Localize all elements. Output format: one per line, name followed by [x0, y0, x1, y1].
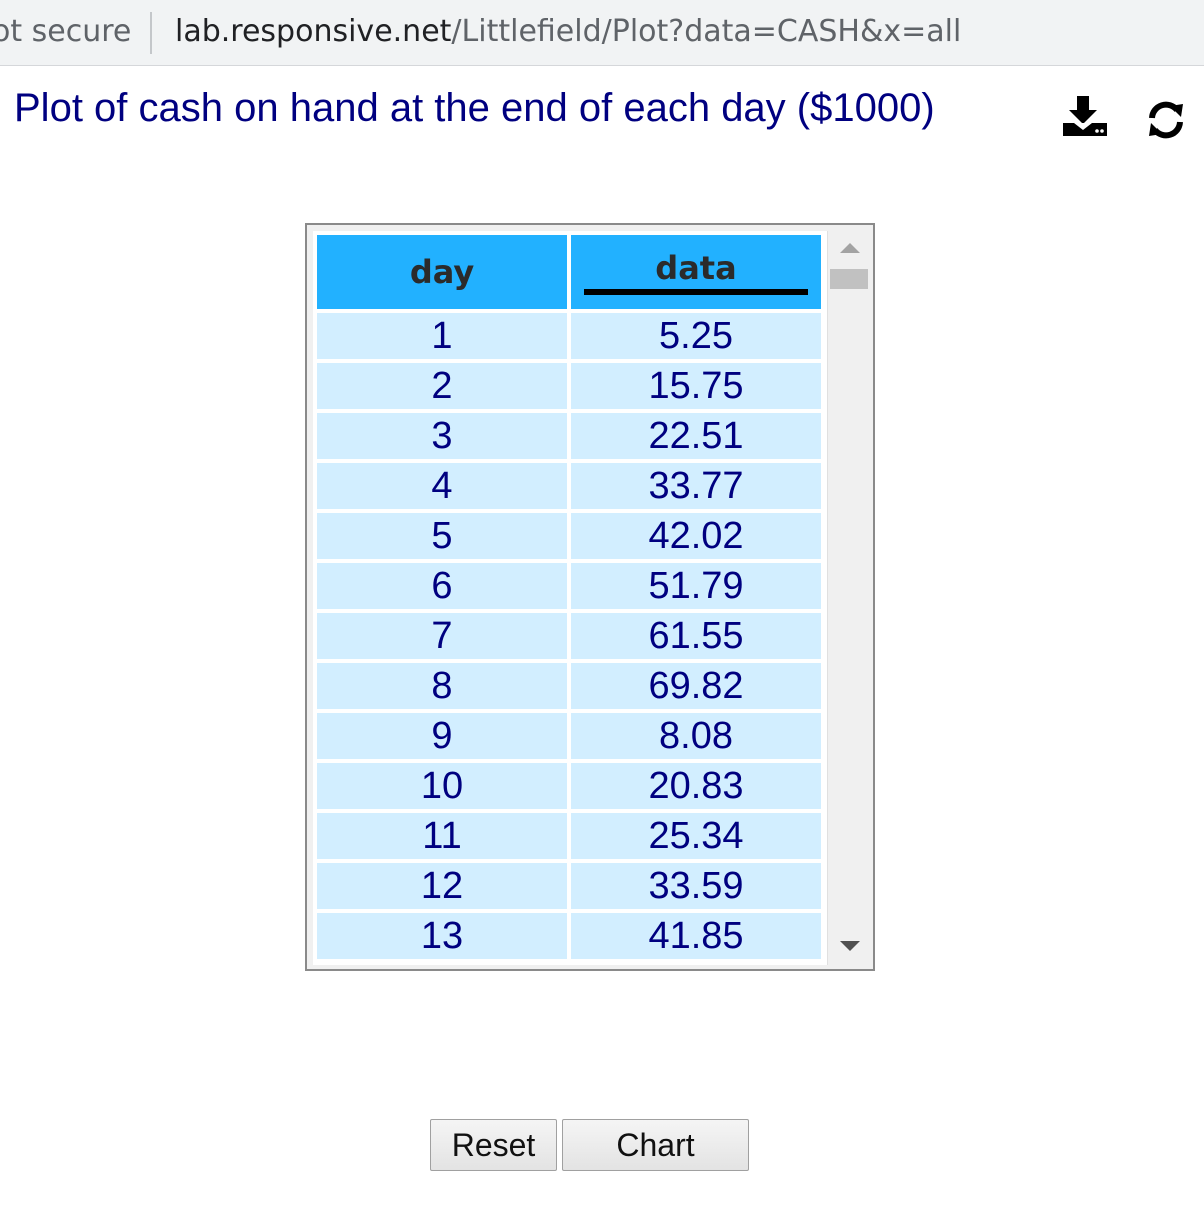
column-header-data[interactable]: data — [571, 235, 821, 309]
cell-data: 69.82 — [571, 663, 821, 709]
cell-data: 41.85 — [571, 913, 821, 959]
page-title: Plot of cash on hand at the end of each … — [14, 86, 935, 130]
table-row: 2 15.75 — [317, 363, 821, 409]
download-icon[interactable] — [1060, 94, 1110, 138]
reset-button[interactable]: Reset — [430, 1119, 557, 1171]
table-row: 5 42.02 — [317, 513, 821, 559]
scroll-down-arrow-icon[interactable] — [840, 941, 860, 951]
scrollbar-thumb[interactable] — [830, 269, 868, 289]
table-row: 11 25.34 — [317, 813, 821, 859]
table-scrollbar[interactable] — [827, 231, 872, 965]
table-row: 6 51.79 — [317, 563, 821, 609]
cell-day: 11 — [317, 813, 567, 859]
address-divider — [150, 12, 152, 54]
cell-day: 12 — [317, 863, 567, 909]
cell-data: 25.34 — [571, 813, 821, 859]
cell-data: 33.59 — [571, 863, 821, 909]
cell-day: 7 — [317, 613, 567, 659]
cell-day: 1 — [317, 313, 567, 359]
table-header-row: day data — [317, 235, 821, 309]
refresh-icon[interactable] — [1146, 100, 1186, 140]
cell-data: 5.25 — [571, 313, 821, 359]
column-header-day[interactable]: day — [317, 235, 567, 309]
table-row: 12 33.59 — [317, 863, 821, 909]
table-row: 4 33.77 — [317, 463, 821, 509]
browser-address-bar[interactable]: ot secure lab.responsive.net/Littlefield… — [0, 0, 1204, 66]
cell-day: 2 — [317, 363, 567, 409]
security-indicator[interactable]: ot secure — [0, 14, 131, 49]
column-header-data-label: data — [584, 235, 808, 295]
url-text[interactable]: lab.responsive.net/Littlefield/Plot?data… — [175, 14, 961, 49]
cell-data: 15.75 — [571, 363, 821, 409]
cell-day: 9 — [317, 713, 567, 759]
table-row: 10 20.83 — [317, 763, 821, 809]
cell-data: 33.77 — [571, 463, 821, 509]
cell-day: 13 — [317, 913, 567, 959]
cell-data: 22.51 — [571, 413, 821, 459]
table-row: 3 22.51 — [317, 413, 821, 459]
cell-data: 20.83 — [571, 763, 821, 809]
cell-day: 3 — [317, 413, 567, 459]
url-path: /Littlefield/Plot?data=CASH&x=all — [451, 14, 962, 49]
table-row: 9 8.08 — [317, 713, 821, 759]
table-row: 8 69.82 — [317, 663, 821, 709]
cell-day: 8 — [317, 663, 567, 709]
cell-data: 42.02 — [571, 513, 821, 559]
table-row: 1 5.25 — [317, 313, 821, 359]
cell-day: 4 — [317, 463, 567, 509]
cell-day: 10 — [317, 763, 567, 809]
chart-button[interactable]: Chart — [562, 1119, 749, 1171]
cell-data: 61.55 — [571, 613, 821, 659]
cell-data: 8.08 — [571, 713, 821, 759]
url-host: lab.responsive.net — [175, 14, 452, 49]
data-table-container[interactable]: day data 1 5.25 2 15.75 3 22.51 4 33.77 5 42.… — [305, 223, 875, 971]
table-row: 13 41.85 — [317, 913, 821, 959]
cell-day: 6 — [317, 563, 567, 609]
scroll-up-arrow-icon[interactable] — [840, 243, 860, 253]
data-table: day data 1 5.25 2 15.75 3 22.51 4 33.77 5 42.… — [313, 231, 825, 963]
table-row: 7 61.55 — [317, 613, 821, 659]
cell-data: 51.79 — [571, 563, 821, 609]
table-viewport[interactable]: day data 1 5.25 2 15.75 3 22.51 4 33.77 5 42.… — [313, 231, 827, 965]
cell-day: 5 — [317, 513, 567, 559]
